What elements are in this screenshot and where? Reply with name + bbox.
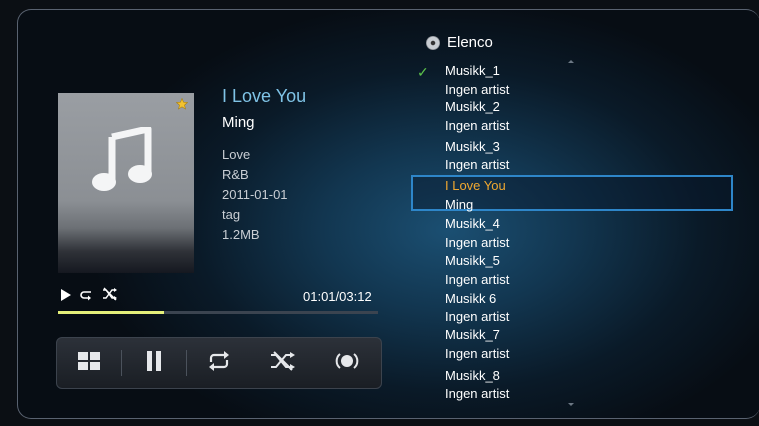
playlist-item-title[interactable]: Musikk_4 — [445, 216, 500, 231]
playback-time: 01:01/03:12 — [303, 289, 372, 304]
playlist-item-title[interactable]: Musikk 6 — [445, 291, 496, 306]
music-note-icon — [92, 125, 154, 198]
track-genre: R&B — [222, 167, 249, 182]
repeat-button[interactable] — [187, 338, 251, 388]
playlist-item-title[interactable]: Musikk_1 — [445, 63, 500, 78]
track-artist: Ming — [222, 114, 255, 131]
playlist-item-artist[interactable]: Ingen artist — [445, 118, 509, 133]
playlist-item-artist[interactable]: Ingen artist — [445, 272, 509, 287]
playlist-title: Elenco — [447, 34, 493, 51]
album-art — [58, 93, 194, 273]
playlist-item-artist[interactable]: Ingen artist — [445, 82, 509, 97]
playlist-item-artist[interactable]: Ingen artist — [445, 346, 509, 361]
shuffle-icon — [270, 350, 296, 376]
playlist-item-artist[interactable]: Ingen artist — [445, 309, 509, 324]
playlist-item-title[interactable]: Musikk_5 — [445, 253, 500, 268]
track-size: 1.2MB — [222, 227, 260, 242]
playlist-header: Elenco — [426, 34, 493, 51]
repeat-one-icon — [80, 288, 94, 306]
playlist-item-title-selected[interactable]: I Love You — [445, 178, 506, 193]
scroll-down-icon[interactable] — [568, 403, 574, 406]
pause-icon — [146, 350, 162, 376]
playlist-item-artist[interactable]: Ingen artist — [445, 157, 509, 172]
repeat-icon — [207, 350, 231, 376]
track-tag: tag — [222, 207, 241, 222]
scroll-up-icon[interactable] — [568, 60, 574, 63]
progress-bar[interactable] — [58, 311, 378, 314]
playlist-item-title[interactable]: Musikk_2 — [445, 99, 500, 114]
grid-view-button[interactable] — [57, 338, 121, 388]
sound-mode-icon — [333, 352, 361, 375]
play-icon — [60, 288, 72, 306]
favorite-star-icon — [175, 97, 189, 115]
playlist-item-title[interactable]: Musikk_8 — [445, 368, 500, 383]
playlist-item-artist-selected[interactable]: Ming — [445, 197, 473, 212]
shuffle-button[interactable] — [251, 338, 315, 388]
progress-fill — [58, 311, 164, 314]
playlist-item-title[interactable]: Musikk_3 — [445, 139, 500, 154]
grid-icon — [78, 351, 100, 375]
track-date: 2011-01-01 — [222, 187, 288, 202]
track-title: I Love You — [222, 86, 307, 106]
playback-status-icons — [60, 287, 118, 306]
track-album: Love — [222, 147, 251, 162]
sound-mode-button[interactable] — [315, 338, 379, 388]
playlist-item-artist[interactable]: Ingen artist — [445, 235, 509, 250]
playlist-item-artist[interactable]: Ingen artist — [445, 386, 509, 401]
checkmark-icon: ✓ — [417, 64, 429, 80]
pause-button[interactable] — [122, 338, 186, 388]
control-bar — [56, 337, 382, 389]
shuffle-off-icon — [102, 287, 118, 306]
playlist-item-title[interactable]: Musikk_7 — [445, 327, 500, 342]
disc-icon — [426, 35, 440, 50]
